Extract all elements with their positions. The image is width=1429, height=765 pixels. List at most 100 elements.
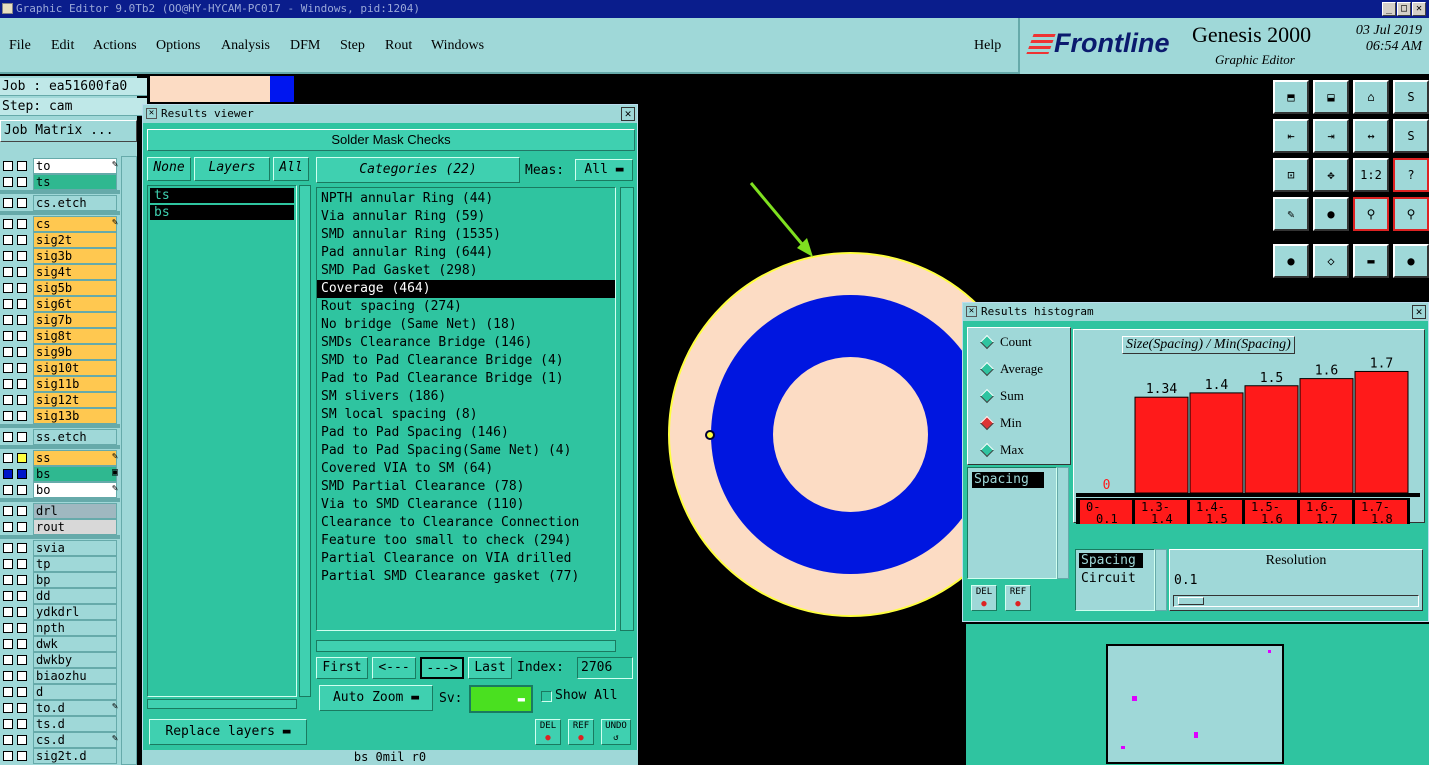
window-menu-icon[interactable]: ✕ <box>966 306 977 317</box>
layer-affected-checkbox[interactable] <box>17 639 27 649</box>
restore-button[interactable]: □ <box>1397 2 1411 16</box>
results-viewer-titlebar[interactable]: ✕ Results viewer <box>143 105 637 123</box>
layer-row-sig2t[interactable]: sig2t <box>0 232 120 248</box>
layer-checkbox[interactable] <box>3 363 13 373</box>
histogram-bar[interactable] <box>1189 392 1244 494</box>
category-item[interactable]: SMDs Clearance Bridge (146) <box>317 334 615 352</box>
layer-row-sig2t.d[interactable]: sig2t.d <box>0 748 120 764</box>
layer-checkbox[interactable] <box>3 543 13 553</box>
layer-row-dwk[interactable]: dwk <box>0 636 120 652</box>
layer-checkbox[interactable] <box>3 506 13 516</box>
layer-checkbox[interactable] <box>3 411 13 421</box>
metric-item-spacing[interactable]: Spacing <box>972 472 1044 488</box>
close-window-button[interactable]: ✕ <box>1412 2 1426 16</box>
menu-help[interactable]: Help <box>974 38 1001 54</box>
layer-row-cs.d[interactable]: cs.d ✎ <box>0 732 120 748</box>
layer-affected-checkbox[interactable] <box>17 559 27 569</box>
layers-button[interactable]: Layers <box>194 157 270 181</box>
home-icon[interactable]: ⌂ <box>1353 80 1389 114</box>
layer-affected-checkbox[interactable] <box>17 543 27 553</box>
right-icon[interactable]: ⇥ <box>1313 119 1349 153</box>
layer-row-dwkby[interactable]: dwkby <box>0 652 120 668</box>
category-item[interactable]: SMD annular Ring (1535) <box>317 226 615 244</box>
layer-row-ts.d[interactable]: ts.d <box>0 716 120 732</box>
app-icon[interactable] <box>2 3 13 14</box>
all-button[interactable]: All <box>273 157 309 181</box>
layer-row-bo[interactable]: bo ✎ <box>0 482 120 498</box>
index-input[interactable]: 2706 <box>577 657 633 679</box>
layer-affected-checkbox[interactable] <box>17 485 27 495</box>
sv-color-selector[interactable]: ▬ <box>469 685 533 713</box>
pad-center[interactable] <box>773 357 928 512</box>
category-item[interactable]: SMD to Pad Clearance Bridge (4) <box>317 352 615 370</box>
category-item[interactable]: Feature too small to check (294) <box>317 532 615 550</box>
layer-checkbox[interactable] <box>3 522 13 532</box>
layer-row-d[interactable]: d <box>0 684 120 700</box>
histogram-bar[interactable] <box>1134 396 1189 494</box>
menu-options[interactable]: Options <box>156 38 200 54</box>
layer-checkbox[interactable] <box>3 687 13 697</box>
layer-affected-checkbox[interactable] <box>17 575 27 585</box>
mode-radio-count[interactable]: Count <box>978 332 1032 352</box>
metric-list-scrollbar[interactable] <box>1057 467 1069 579</box>
layer-affected-checkbox[interactable] <box>17 219 27 229</box>
fit-icon[interactable]: ⊡ <box>1273 158 1309 192</box>
layer-row-sig8t[interactable]: sig8t <box>0 328 120 344</box>
category-scrollbar[interactable] <box>620 187 634 631</box>
replace-layers-dropdown[interactable]: Replace layers ▬ <box>149 719 307 745</box>
probe-icon[interactable]: ● <box>1313 197 1349 231</box>
layer-checkbox[interactable] <box>3 735 13 745</box>
category-item[interactable]: Coverage (464) <box>317 280 615 298</box>
layer-checkbox[interactable] <box>3 267 13 277</box>
result-layer-bs[interactable]: bs <box>150 205 294 220</box>
layer-checkbox[interactable] <box>3 315 13 325</box>
net2-icon[interactable]: ⚲ <box>1393 197 1429 231</box>
layer-row-ydkdrl[interactable]: ydkdrl <box>0 604 120 620</box>
undo-button[interactable]: UNDO ↺ <box>601 719 631 745</box>
highlight-marker[interactable] <box>705 430 715 440</box>
layer-affected-checkbox[interactable] <box>17 315 27 325</box>
layer-row-cs[interactable]: cs ✎ <box>0 216 120 232</box>
category-list[interactable]: NPTH annular Ring (44) Via annular Ring (… <box>316 187 616 631</box>
layer-affected-checkbox[interactable] <box>17 161 27 171</box>
layer-row-bp[interactable]: bp <box>0 572 120 588</box>
layer-affected-checkbox[interactable] <box>17 379 27 389</box>
next-button[interactable]: ---> <box>420 657 464 679</box>
layer-row-sig3b[interactable]: sig3b <box>0 248 120 264</box>
result-layer-ts[interactable]: ts <box>150 188 294 203</box>
none-button[interactable]: None <box>147 157 191 181</box>
layer-checkbox[interactable] <box>3 591 13 601</box>
layer-row-dd[interactable]: dd <box>0 588 120 604</box>
ref-button[interactable]: REF ● <box>568 719 594 745</box>
down-icon[interactable]: ⬓ <box>1313 80 1349 114</box>
pencil-icon[interactable]: ✎ <box>1273 197 1309 231</box>
layer-affected-checkbox[interactable] <box>17 251 27 261</box>
dot-icon[interactable]: ● <box>1393 244 1429 278</box>
minimap-board[interactable] <box>1106 644 1284 764</box>
category-item[interactable]: Partial SMD Clearance gasket (77) <box>317 568 615 586</box>
histogram-titlebar[interactable]: ✕ Results histogram <box>963 303 1428 321</box>
param-item-circuit[interactable]: Circuit <box>1081 571 1154 586</box>
layer-affected-checkbox[interactable] <box>17 395 27 405</box>
layer-row-biaozhu[interactable]: biaozhu <box>0 668 120 684</box>
layer-results-scrollbar[interactable] <box>299 185 311 697</box>
hist-del-button[interactable]: DEL ● <box>971 585 997 611</box>
layer-results-list[interactable]: ts bs <box>147 185 297 697</box>
menu-rout[interactable]: Rout <box>385 38 412 54</box>
layer-checkbox[interactable] <box>3 671 13 681</box>
layer-row-sig5b[interactable]: sig5b <box>0 280 120 296</box>
layer-row-bs[interactable]: bs ▣ <box>0 466 120 482</box>
category-item[interactable]: Pad to Pad Spacing(Same Net) (4) <box>317 442 615 460</box>
s-icon[interactable]: S <box>1393 80 1429 114</box>
layer-affected-checkbox[interactable] <box>17 267 27 277</box>
layer-affected-checkbox[interactable] <box>17 432 27 442</box>
resolution-slider-thumb[interactable] <box>1178 597 1204 605</box>
layer-affected-checkbox[interactable] <box>17 453 27 463</box>
mode-radio-max[interactable]: Max <box>978 440 1024 460</box>
layer-checkbox[interactable] <box>3 559 13 569</box>
layer-checkbox[interactable] <box>3 623 13 633</box>
layer-row-ts[interactable]: ts <box>0 174 120 190</box>
layer-row-rout[interactable]: rout <box>0 519 120 535</box>
mode-radio-average[interactable]: Average <box>978 359 1043 379</box>
category-item[interactable]: No bridge (Same Net) (18) <box>317 316 615 334</box>
